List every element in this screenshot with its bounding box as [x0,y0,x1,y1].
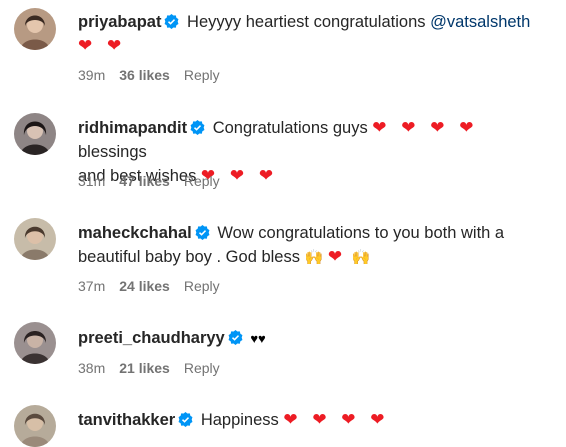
comment-meta: 38m 21 likes Reply [78,360,220,376]
heart-emoji: ❤ ❤ [78,36,127,55]
reply-button[interactable]: Reply [184,278,220,294]
comment-time: 37m [78,278,106,294]
comment-body-line2: beautiful baby boy . God bless [78,248,300,266]
avatar[interactable] [14,405,56,447]
avatar[interactable] [14,218,56,260]
mention-link[interactable]: @vatsalsheth [430,13,530,31]
reply-button[interactable]: Reply [184,67,220,83]
comment-body: Wow congratulations to you both with a [217,224,505,242]
reply-button[interactable]: Reply [184,360,220,376]
username[interactable]: preeti_chaudharyy [78,329,225,347]
comment-time: 38m [78,360,106,376]
heart-emoji: ❤ ❤ ❤ ❤ [283,410,390,429]
verified-badge-icon [190,120,205,135]
likes-count[interactable]: 47 likes [119,173,170,189]
verified-badge-icon [195,225,210,240]
heart-emoji: ❤ [327,247,348,266]
reply-button[interactable]: Reply [184,173,220,189]
username[interactable]: tanvithakker [78,411,175,429]
likes-count[interactable]: 21 likes [119,360,170,376]
comment-text: priyabapat Heyyyy heartiest congratulati… [78,10,548,58]
username[interactable]: ridhimapandit [78,119,187,137]
comment-body: Congratulations guys [212,119,368,137]
username[interactable]: priyabapat [78,13,161,31]
verified-badge-icon [178,412,193,427]
comment-text: preeti_chaudharyy ♥♥ [78,326,548,351]
comment-body-cont: blessings [78,143,147,161]
comment-text: tanvithakker Happiness ❤ ❤ ❤ ❤ [78,408,548,432]
comment-body: Happiness [200,411,279,429]
raising-hands-emoji: 🙌 [351,249,371,266]
comment-meta: 37m 24 likes Reply [78,278,220,294]
raising-hands-emoji: 🙌 [304,249,324,266]
comment-meta: 31m 47 likes Reply [78,173,220,189]
likes-count[interactable]: 24 likes [119,278,170,294]
avatar[interactable] [14,113,56,155]
comment-text: maheckchahal Wow congratulations to you … [78,221,548,270]
comment-body: Heyyyy heartiest congratulations [187,13,426,31]
verified-badge-icon [164,14,179,29]
comment-time: 39m [78,67,106,83]
avatar[interactable] [14,8,56,50]
comment-time: 31m [78,173,106,189]
heart-emoji: ❤ ❤ ❤ ❤ [372,118,479,137]
comment-meta: 39m 36 likes Reply [78,67,220,83]
avatar[interactable] [14,322,56,364]
verified-badge-icon [228,330,243,345]
black-heart-emoji: ♥♥ [250,331,266,346]
username[interactable]: maheckchahal [78,224,192,242]
likes-count[interactable]: 36 likes [119,67,170,83]
